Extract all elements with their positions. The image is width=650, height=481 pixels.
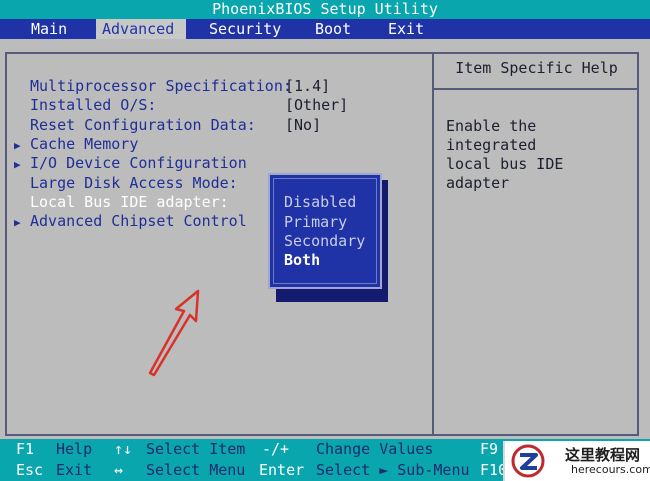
value-multiprocessor[interactable]: [1.4]: [285, 77, 330, 96]
submenu-arrow-icon: ▶: [14, 158, 21, 171]
popup-option-primary[interactable]: Primary: [284, 213, 347, 232]
submenu-arrow-icon: ▶: [14, 216, 21, 229]
key-leftright-desc: Select Menu: [146, 461, 246, 479]
setting-installed-os[interactable]: Installed O/S:: [14, 96, 156, 115]
tab-boot[interactable]: Boot: [309, 19, 357, 39]
tab-exit[interactable]: Exit: [382, 19, 430, 39]
menu-bar: Main Advanced Security Boot Exit: [0, 19, 650, 39]
annotation-arrow-icon: [148, 289, 200, 377]
setting-io-device[interactable]: ▶ I/O Device Configuration: [14, 154, 247, 173]
watermark-subtitle: herecours.com: [571, 463, 650, 476]
value-reset-config[interactable]: [No]: [285, 116, 321, 135]
setting-reset-config[interactable]: Reset Configuration Data:: [14, 116, 256, 135]
key-updown-desc: Select Item: [146, 440, 246, 458]
help-text: Enable the integrated local bus IDE adap…: [446, 117, 564, 192]
bios-title-bar: PhoenixBIOS Setup Utility: [0, 0, 650, 19]
key-esc: Esc: [16, 461, 44, 479]
help-divider: [434, 88, 639, 90]
popup-option-disabled[interactable]: Disabled: [284, 193, 356, 212]
key-leftright: ↔: [114, 461, 124, 479]
key-f1-desc: Help: [56, 440, 93, 458]
setting-advanced-chipset[interactable]: ▶ Advanced Chipset Control: [14, 212, 247, 231]
setting-large-disk[interactable]: Large Disk Access Mode:: [14, 174, 238, 193]
key-f1: F1: [16, 440, 35, 458]
key-enter-desc: Select ► Sub-Menu: [316, 461, 470, 479]
popup-option-both[interactable]: Both: [284, 251, 320, 270]
key-minus-plus-desc: Change Values: [316, 440, 434, 458]
key-updown: ↑↓: [114, 440, 133, 458]
site-watermark: 这里教程网 herecours.com: [503, 441, 650, 481]
tab-security[interactable]: Security: [203, 19, 287, 39]
popup-option-secondary[interactable]: Secondary: [284, 232, 365, 251]
value-installed-os[interactable]: [Other]: [285, 96, 348, 115]
key-minus-plus: -/+: [262, 440, 290, 458]
setting-multiprocessor[interactable]: Multiprocessor Specification:: [14, 77, 292, 96]
setting-local-bus-ide[interactable]: Local Bus IDE adapter:: [14, 193, 229, 212]
help-title: Item Specific Help: [455, 59, 618, 77]
watermark-logo-icon: [511, 444, 545, 478]
panel-divider: [432, 52, 434, 436]
bios-title: PhoenixBIOS Setup Utility: [212, 0, 438, 18]
key-enter: Enter: [259, 461, 305, 479]
tab-advanced[interactable]: Advanced: [96, 19, 186, 39]
submenu-arrow-icon: ▶: [14, 139, 21, 152]
key-f9: F9: [480, 440, 499, 458]
key-esc-desc: Exit: [56, 461, 93, 479]
setting-cache-memory[interactable]: ▶ Cache Memory: [14, 135, 138, 154]
tab-main[interactable]: Main: [25, 19, 73, 39]
watermark-title: 这里教程网: [565, 446, 641, 464]
ide-adapter-popup: Disabled Primary Secondary Both: [268, 173, 382, 289]
